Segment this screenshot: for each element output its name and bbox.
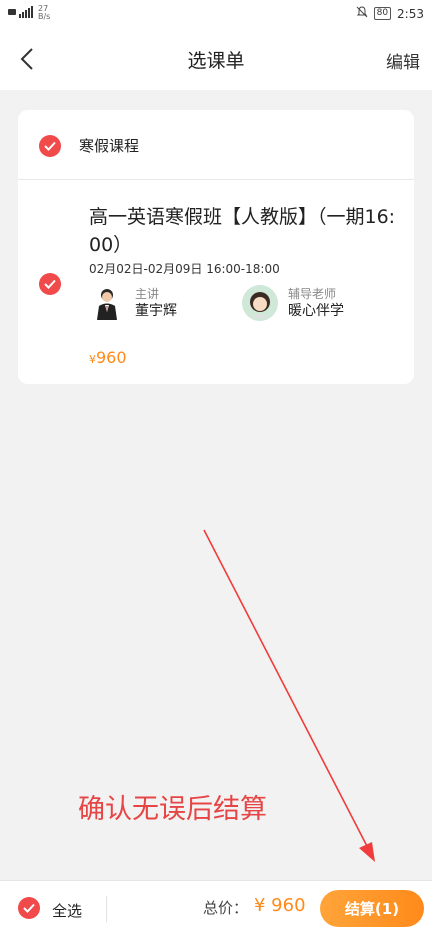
section-title: 寒假课程 [79, 137, 140, 155]
status-right: 80 2:53 [356, 6, 424, 21]
course-title: 高一英语寒假班【人教版】（一期16:00） [89, 206, 396, 256]
course-card: 寒假课程 高一英语寒假班【人教版】（一期16:00） 02月02日-02月09日… [18, 110, 414, 384]
course-check-icon[interactable] [39, 273, 61, 295]
tutor-info: 辅导老师 暖心伴学 [288, 286, 344, 321]
nav-bar: 选课单 编辑 [0, 28, 432, 90]
price-currency: ¥ [89, 353, 96, 366]
course-date: 02月02日-02月09日 16:00-18:00 [89, 262, 280, 276]
status-left: 27 B/s [8, 5, 50, 21]
battery-icon: 80 [373, 7, 392, 20]
course-price: ¥960 [89, 348, 127, 367]
main-teacher-name: 董宇辉 [135, 302, 177, 319]
total-value: ¥ 960 [254, 895, 306, 916]
section-check-icon[interactable] [39, 135, 61, 157]
card-header: 寒假课程 [18, 110, 414, 180]
annotation-text: 确认无误后结算 [78, 794, 267, 825]
main-teacher-role: 主讲 [135, 286, 160, 301]
main-teacher-info: 主讲 董宇辉 [135, 286, 177, 321]
select-all-check-icon[interactable] [18, 897, 40, 919]
course-item[interactable]: 高一英语寒假班【人教版】（一期16:00） 02月02日-02月09日 16:0… [18, 181, 414, 384]
signal-icon [8, 5, 34, 21]
speed-unit: B/s [38, 12, 51, 21]
divider [106, 896, 107, 922]
bell-muted-icon [356, 6, 368, 21]
teacher-avatar [89, 285, 125, 321]
price-value: 960 [96, 348, 127, 367]
tutor-name: 暖心伴学 [288, 302, 344, 319]
tutor-avatar [242, 285, 278, 321]
select-all-label[interactable]: 全选 [52, 900, 82, 921]
clock: 2:53 [397, 6, 424, 21]
page-title: 选课单 [187, 50, 245, 72]
bottom-bar: 全选 总价： ¥ 960 结算(1) [0, 880, 432, 937]
checkout-button[interactable]: 结算(1) [320, 890, 424, 927]
total-label: 总价： [203, 899, 249, 917]
status-bar: 27 B/s 80 2:53 [0, 0, 432, 28]
main-teacher: 主讲 董宇辉 [89, 285, 177, 321]
tutor-role: 辅导老师 [288, 286, 337, 301]
tutor-teacher: 辅导老师 暖心伴学 [242, 285, 344, 321]
edit-button[interactable]: 编辑 [386, 48, 420, 73]
network-speed: 27 B/s [38, 5, 50, 21]
